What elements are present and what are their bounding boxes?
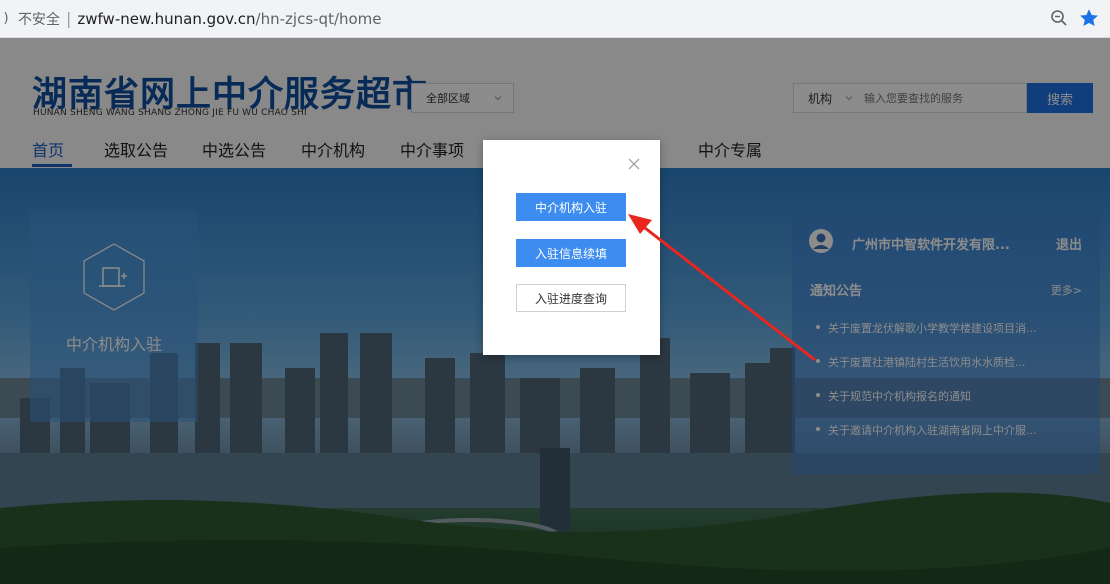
register-info-renew-button[interactable]: 入驻信息续填 [516,239,626,267]
browser-address-bar[interactable]: ) 不安全 | zwfw-new.hunan.gov.cn /hn-zjcs-q… [0,0,1110,38]
url-host[interactable]: zwfw-new.hunan.gov.cn [77,10,255,28]
agency-register-button[interactable]: 中介机构入驻 [516,193,626,221]
back-glyph: ) [3,11,9,26]
zoom-icon[interactable] [1050,9,1068,27]
page: 湖南省网上中介服务超市 HUNAN SHENG WANG SHANG ZHONG… [0,38,1110,584]
close-icon[interactable] [628,158,640,170]
url-path[interactable]: /hn-zjcs-qt/home [256,10,382,28]
register-dialog: 中介机构入驻 入驻信息续填 入驻进度查询 [483,140,660,355]
register-progress-button[interactable]: 入驻进度查询 [516,284,626,312]
security-indicator[interactable]: 不安全 [18,9,60,29]
url-separator: | [66,9,72,28]
bookmark-star-icon[interactable] [1078,7,1100,29]
